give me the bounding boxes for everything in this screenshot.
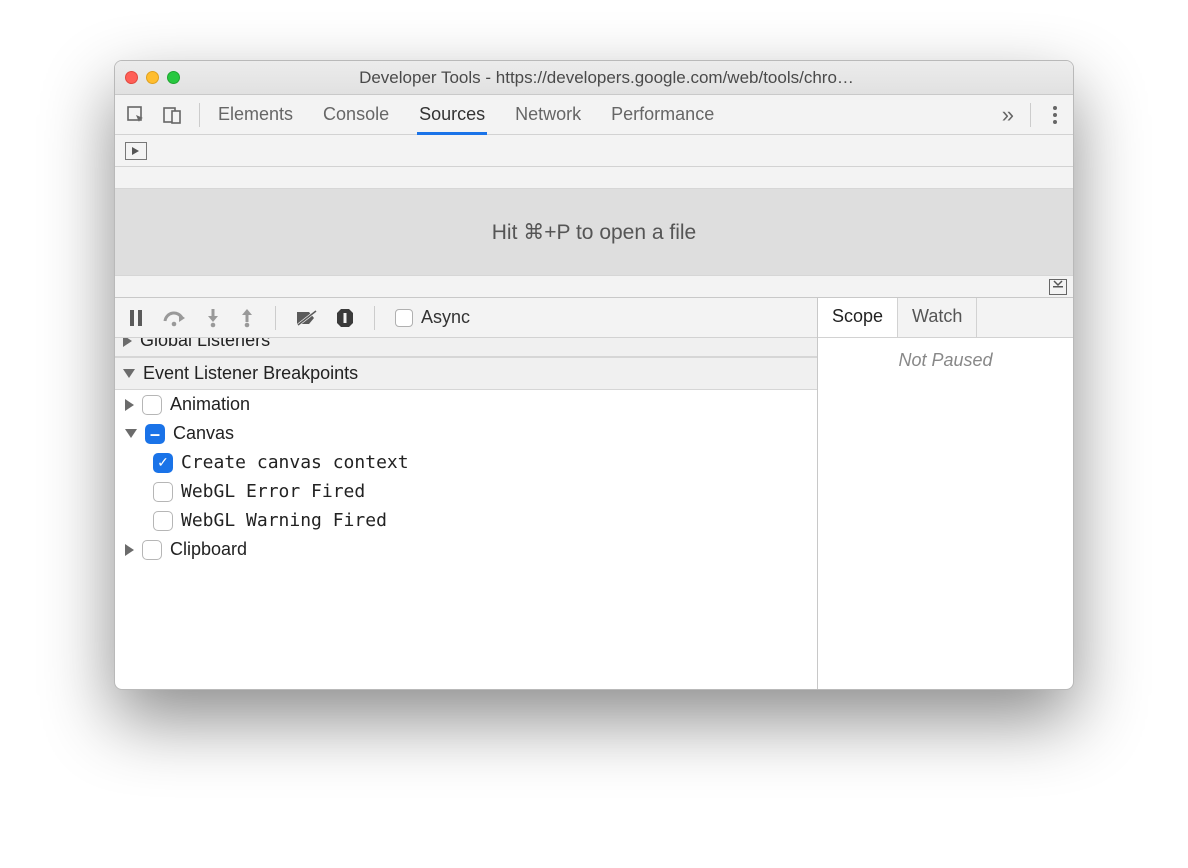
hint-top-strip bbox=[115, 167, 1073, 189]
item-label: WebGL Warning Fired bbox=[181, 510, 387, 531]
item-label: WebGL Error Fired bbox=[181, 481, 365, 502]
tab-network[interactable]: Network bbox=[513, 96, 583, 135]
checkbox-unchecked[interactable] bbox=[142, 395, 162, 415]
drawer-toggle-icon[interactable] bbox=[1049, 279, 1067, 295]
tree-section-label: Global Listeners bbox=[140, 338, 270, 351]
deactivate-breakpoints-icon[interactable] bbox=[296, 309, 318, 327]
chevron-down-icon bbox=[123, 369, 135, 378]
category-label: Animation bbox=[170, 394, 250, 415]
inspect-element-icon[interactable] bbox=[125, 104, 147, 126]
scope-body: Not Paused bbox=[818, 338, 1073, 689]
title-bar: Developer Tools - https://developers.goo… bbox=[115, 61, 1073, 95]
async-label: Async bbox=[421, 307, 470, 328]
debug-controls: Async bbox=[115, 298, 817, 338]
separator bbox=[374, 306, 375, 330]
device-toolbar-icon[interactable] bbox=[161, 104, 183, 126]
chevron-right-icon bbox=[125, 399, 134, 411]
checkbox-unchecked[interactable] bbox=[153, 482, 173, 502]
tree-section-expanded[interactable]: Event Listener Breakpoints bbox=[115, 357, 817, 390]
file-open-hint-text: Hit ⌘+P to open a file bbox=[492, 220, 696, 245]
tree-category-clipboard[interactable]: Clipboard bbox=[115, 535, 817, 564]
checkbox-mixed[interactable]: – bbox=[145, 424, 165, 444]
separator bbox=[275, 306, 276, 330]
pause-icon[interactable] bbox=[129, 309, 145, 327]
tree-item-webgl-error[interactable]: WebGL Error Fired bbox=[115, 477, 817, 506]
debugger-split: Async Global Listeners Event Listener Br… bbox=[115, 297, 1073, 689]
panel-tabs: Elements Console Sources Network Perform… bbox=[216, 95, 716, 134]
pause-on-exceptions-icon[interactable] bbox=[336, 308, 354, 328]
chevron-down-icon bbox=[125, 429, 137, 438]
maximize-window-button[interactable] bbox=[167, 71, 180, 84]
step-into-icon[interactable] bbox=[205, 308, 221, 328]
checkbox-unchecked[interactable] bbox=[142, 540, 162, 560]
settings-menu-icon[interactable] bbox=[1047, 106, 1063, 124]
checkbox-unchecked[interactable] bbox=[153, 511, 173, 531]
hint-bottom-strip bbox=[115, 275, 1073, 297]
scope-watch-tabs: Scope Watch bbox=[818, 298, 1073, 338]
tree-item-create-canvas-context[interactable]: ✓ Create canvas context bbox=[115, 448, 817, 477]
tree-item-webgl-warning[interactable]: WebGL Warning Fired bbox=[115, 506, 817, 535]
tree-section-label: Event Listener Breakpoints bbox=[143, 363, 358, 384]
checkbox-checked[interactable]: ✓ bbox=[153, 453, 173, 473]
debugger-left-panel: Async Global Listeners Event Listener Br… bbox=[115, 298, 818, 689]
close-window-button[interactable] bbox=[125, 71, 138, 84]
more-tabs-button[interactable]: » bbox=[1002, 102, 1014, 128]
step-over-icon[interactable] bbox=[163, 309, 187, 327]
async-checkbox[interactable] bbox=[395, 309, 413, 327]
async-toggle[interactable]: Async bbox=[395, 307, 470, 328]
minimize-window-button[interactable] bbox=[146, 71, 159, 84]
tab-sources[interactable]: Sources bbox=[417, 96, 487, 135]
tab-elements[interactable]: Elements bbox=[216, 96, 295, 135]
category-label: Clipboard bbox=[170, 539, 247, 560]
tab-performance[interactable]: Performance bbox=[609, 96, 716, 135]
debugger-right-panel: Scope Watch Not Paused bbox=[818, 298, 1073, 689]
separator bbox=[199, 103, 200, 127]
category-label: Canvas bbox=[173, 423, 234, 444]
tree-section-collapsed[interactable]: Global Listeners bbox=[115, 338, 817, 357]
tree-category-canvas[interactable]: – Canvas bbox=[115, 419, 817, 448]
step-out-icon[interactable] bbox=[239, 308, 255, 328]
tab-watch[interactable]: Watch bbox=[898, 298, 977, 337]
tab-scope[interactable]: Scope bbox=[818, 298, 898, 337]
chevron-right-icon bbox=[123, 338, 132, 347]
window-title: Developer Tools - https://developers.goo… bbox=[190, 68, 1063, 88]
chevron-right-icon bbox=[125, 544, 134, 556]
tab-console[interactable]: Console bbox=[321, 96, 391, 135]
main-toolbar: Elements Console Sources Network Perform… bbox=[115, 95, 1073, 135]
breakpoints-tree: Global Listeners Event Listener Breakpoi… bbox=[115, 338, 817, 564]
item-label: Create canvas context bbox=[181, 452, 409, 473]
tree-category-animation[interactable]: Animation bbox=[115, 390, 817, 419]
file-open-hint-area: Hit ⌘+P to open a file bbox=[115, 167, 1073, 297]
window-controls bbox=[125, 71, 180, 84]
devtools-window: Developer Tools - https://developers.goo… bbox=[114, 60, 1074, 690]
show-navigator-icon[interactable] bbox=[125, 142, 147, 160]
sources-subtoolbar bbox=[115, 135, 1073, 167]
separator bbox=[1030, 103, 1031, 127]
